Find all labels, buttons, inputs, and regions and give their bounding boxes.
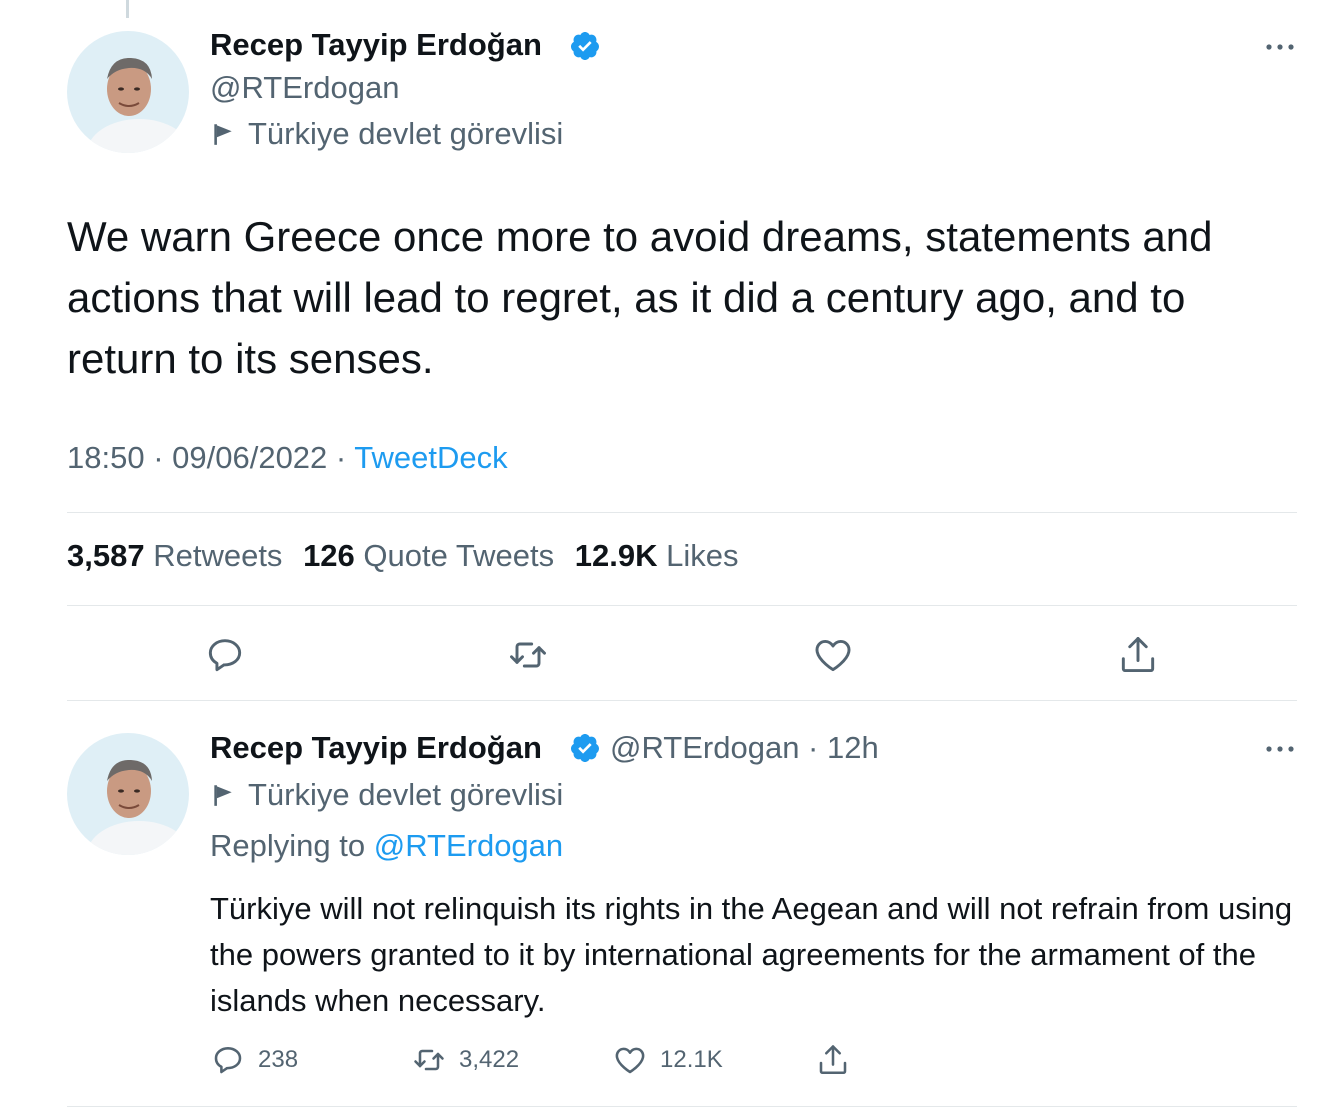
like-icon [615, 1047, 645, 1074]
reply-author-name[interactable]: Recep Tayyip Erdoğan [210, 730, 542, 766]
tweet-time[interactable]: 18:50 [67, 440, 145, 475]
tweet-text: We warn Greece once more to avoid dreams… [67, 213, 1213, 382]
account-label: Türkiye devlet görevlisi [210, 116, 563, 152]
retweet-icon [510, 642, 546, 668]
reply-retweet-button[interactable]: 3,422 [411, 1040, 519, 1080]
divider [67, 1106, 1297, 1107]
divider [67, 700, 1297, 701]
reply-account-label-text: Türkiye devlet görevlisi [248, 777, 564, 812]
flag-icon [214, 785, 232, 806]
reply-like-button[interactable]: 12.1K [612, 1040, 723, 1080]
reply-reply-button[interactable]: 238 [210, 1040, 298, 1080]
quotes-label: Quote Tweets [363, 538, 555, 573]
avatar-image [67, 733, 189, 855]
reply-icon [208, 639, 242, 672]
tweet-stats: 3,587 Retweets 126 Quote Tweets 12.9K Li… [67, 538, 751, 574]
retweets-stat[interactable]: 3,587 Retweets [67, 538, 282, 573]
reply-author-handle[interactable]: @RTErdogan [610, 730, 799, 765]
reply-handle-time: @RTErdogan · 12h [610, 730, 879, 765]
replying-to-prefix: Replying to [210, 828, 366, 863]
likes-count: 12.9K [574, 538, 658, 573]
avatar-image [67, 31, 189, 153]
more-options-icon[interactable] [1262, 40, 1298, 54]
likes-label: Likes [666, 538, 739, 573]
reply-count: 238 [258, 1046, 299, 1073]
reply-time[interactable]: 12h [827, 730, 879, 765]
verified-badge-icon [570, 734, 599, 762]
replying-to: Replying to @RTErdogan [210, 828, 563, 864]
thread-connector-line [126, 0, 129, 18]
tweet-source-link[interactable]: TweetDeck [354, 440, 507, 475]
tweet-date[interactable]: 09/06/2022 [172, 440, 327, 475]
share-icon [1121, 637, 1155, 673]
like-button[interactable] [811, 633, 855, 677]
reply-tweet-text: Türkiye will not relinquish its rights i… [210, 891, 1293, 1018]
more-options-icon[interactable] [1262, 742, 1298, 756]
reply-share-button[interactable] [815, 1040, 863, 1080]
retweet-count: 3,422 [459, 1046, 520, 1073]
account-label-text: Türkiye devlet görevlisi [248, 116, 564, 151]
replying-to-mention[interactable]: @RTErdogan [374, 828, 563, 863]
reply-account-label: Türkiye devlet görevlisi [210, 777, 563, 813]
reply-icon [214, 1047, 242, 1074]
quote-tweets-stat[interactable]: 126 Quote Tweets [303, 538, 554, 573]
reply-button[interactable] [203, 633, 247, 677]
retweet-button[interactable] [506, 633, 550, 677]
reply-avatar[interactable] [67, 733, 189, 855]
quotes-count: 126 [303, 538, 355, 573]
retweet-icon [414, 1049, 444, 1071]
retweets-label: Retweets [153, 538, 283, 573]
share-button[interactable] [1116, 633, 1160, 677]
divider [67, 605, 1297, 606]
flag-icon [214, 124, 232, 145]
like-icon [815, 639, 851, 672]
tweet-timestamp: 18:50 · 09/06/2022 · TweetDeck [67, 440, 508, 475]
verified-badge-icon [570, 32, 599, 60]
share-icon [819, 1045, 847, 1075]
author-handle[interactable]: @RTErdogan [210, 70, 399, 106]
like-count: 12.1K [660, 1046, 723, 1073]
author-name[interactable]: Recep Tayyip Erdoğan [210, 27, 542, 63]
likes-stat[interactable]: 12.9K Likes [575, 538, 739, 573]
divider [67, 512, 1297, 513]
retweets-count: 3,587 [67, 538, 145, 573]
avatar[interactable] [67, 31, 189, 153]
